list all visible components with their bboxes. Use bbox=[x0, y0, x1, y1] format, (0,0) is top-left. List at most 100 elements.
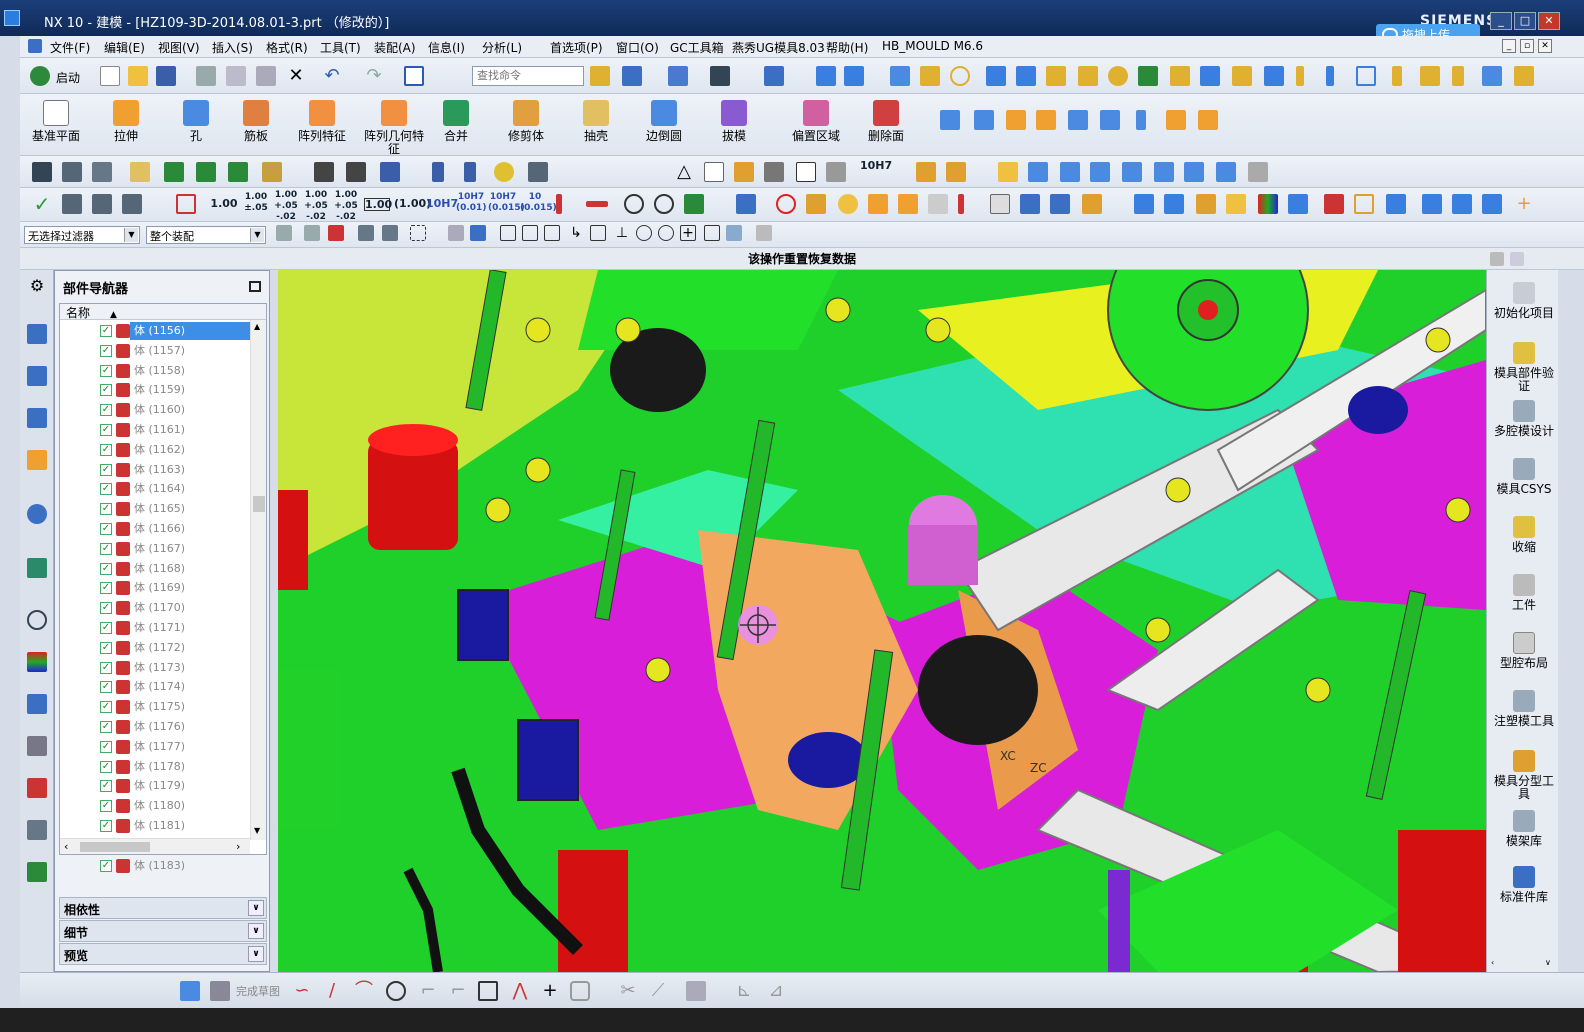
dependencies-panel[interactable]: 相依性 ∨ bbox=[59, 897, 267, 919]
mould-icon-15[interactable] bbox=[1420, 66, 1440, 86]
tolerance-7[interactable]: (1.00) bbox=[394, 198, 431, 209]
tree-row-body[interactable]: ✓ 体 (1174) bbox=[60, 677, 250, 697]
layer-icon[interactable] bbox=[62, 162, 82, 182]
graphics-window[interactable]: XC ZC bbox=[278, 270, 1486, 972]
details-panel[interactable]: 细节 ∨ bbox=[59, 920, 267, 942]
gear-icon[interactable]: ⚙ bbox=[27, 276, 47, 296]
annotation-icon-17[interactable] bbox=[1288, 194, 1308, 214]
mould-icon-6[interactable] bbox=[1138, 66, 1158, 86]
doc-restore-button[interactable]: ▫ bbox=[1520, 39, 1534, 53]
menu-view[interactable]: 视图(V) bbox=[158, 39, 200, 56]
diameter-icon-2[interactable] bbox=[654, 194, 674, 214]
sketch-task-icon[interactable] bbox=[180, 981, 200, 1001]
snap-curve-icon[interactable]: ↳ bbox=[568, 225, 584, 241]
mould-tool-3[interactable] bbox=[1028, 162, 1048, 182]
tree-row-body[interactable]: ✓ 体 (1172) bbox=[60, 638, 250, 658]
filter-icon-1[interactable] bbox=[276, 225, 292, 241]
mould-icon-12[interactable] bbox=[1326, 66, 1334, 86]
assembly-navigator-icon[interactable] bbox=[27, 324, 47, 344]
annotation-icon-2[interactable] bbox=[92, 194, 112, 214]
constraint-icon[interactable]: ⊾ bbox=[734, 981, 754, 1001]
snap-intersect-icon[interactable] bbox=[590, 225, 606, 241]
menu-analysis[interactable]: 分析(L) bbox=[482, 39, 522, 56]
visibility-checkbox[interactable]: ✓ bbox=[100, 384, 112, 397]
fit-tolerance-label[interactable]: 10H7 bbox=[860, 160, 892, 171]
cube-icon-2[interactable] bbox=[898, 194, 918, 214]
rectangle-icon[interactable] bbox=[478, 981, 498, 1001]
y-icon[interactable] bbox=[920, 66, 940, 86]
tree-row-body[interactable]: ✓ 体 (1165) bbox=[60, 499, 250, 519]
mould-tool-5[interactable] bbox=[1090, 162, 1110, 182]
circle-sketch-icon[interactable] bbox=[386, 981, 406, 1001]
scroll-left-icon[interactable]: ‹ bbox=[64, 840, 68, 853]
sync-icon-8[interactable] bbox=[1166, 110, 1186, 130]
drafting-icon-1[interactable] bbox=[734, 162, 754, 182]
tree-row-body[interactable]: ✓ 体 (1177) bbox=[60, 737, 250, 757]
tolerance-2[interactable]: 1.00 ±.05 bbox=[242, 192, 270, 214]
plus-icon[interactable]: + bbox=[1514, 194, 1534, 214]
start-icon[interactable] bbox=[30, 66, 50, 86]
tool-icon-11[interactable] bbox=[528, 162, 548, 182]
menu-hb-mould[interactable]: HB_MOULD M6.6 bbox=[882, 39, 983, 53]
pattern-feature-button[interactable]: 阵列特征 bbox=[290, 98, 354, 160]
menu-gc-toolkit[interactable]: GC工具箱 bbox=[670, 39, 724, 56]
snap-icon[interactable] bbox=[668, 66, 688, 86]
cube-icon-1[interactable] bbox=[868, 194, 888, 214]
tolerance-5[interactable]: 1.00 +.05 -.02 bbox=[332, 190, 360, 223]
command-search-input[interactable] bbox=[472, 66, 584, 86]
make-corner-icon[interactable] bbox=[686, 981, 706, 1001]
snap-line-icon[interactable] bbox=[522, 225, 538, 241]
mold-csys-button[interactable]: 模具CSYS bbox=[1491, 458, 1557, 496]
doc-minimize-button[interactable]: _ bbox=[1502, 39, 1516, 53]
pattern-geometry-button[interactable]: 阵列几何特征 bbox=[362, 98, 426, 160]
manufacturing-wizard-icon[interactable] bbox=[27, 736, 47, 756]
menu-assembly[interactable]: 装配(A) bbox=[374, 39, 416, 56]
shell-button[interactable]: 抽壳 bbox=[564, 98, 628, 160]
column-header-name[interactable]: 名称 ▲ bbox=[60, 304, 266, 320]
mould-icon-16[interactable] bbox=[1452, 66, 1464, 86]
mould-icon-7[interactable] bbox=[1170, 66, 1190, 86]
annotation-icon-19[interactable] bbox=[1354, 194, 1374, 214]
trim-body-button[interactable]: 修剪体 bbox=[494, 98, 558, 160]
part-icon[interactable] bbox=[28, 39, 42, 53]
menu-yanxiu-mould[interactable]: 燕秀UG模具8.03 bbox=[732, 39, 825, 56]
mould-icon-14[interactable] bbox=[1392, 66, 1402, 86]
tree-row-body[interactable]: ✓ 体 (1183) bbox=[60, 856, 250, 876]
maximize-button[interactable]: □ bbox=[1514, 12, 1536, 30]
tree-row-body[interactable]: ✓ 体 (1167) bbox=[60, 539, 250, 559]
nx-app-icon[interactable] bbox=[4, 10, 20, 26]
tree-row-body[interactable]: ✓ 体 (1170) bbox=[60, 598, 250, 618]
sync-icon-6[interactable] bbox=[1100, 110, 1120, 130]
palette-scroll-left-icon[interactable]: ‹ bbox=[1491, 958, 1494, 967]
annotation-icon-16[interactable] bbox=[1226, 194, 1246, 214]
tolerance-4[interactable]: 1.00 +.05 -.02 bbox=[302, 190, 330, 223]
annotation-icon-5[interactable] bbox=[556, 194, 562, 214]
annotation-icon-12[interactable] bbox=[1082, 194, 1102, 214]
snap-endpoint-icon[interactable] bbox=[500, 225, 516, 241]
snap-grid-icon[interactable] bbox=[756, 225, 772, 241]
visibility-checkbox[interactable]: ✓ bbox=[100, 780, 112, 793]
grid-icon-2[interactable] bbox=[844, 66, 864, 86]
tool-icon-3[interactable] bbox=[130, 162, 150, 182]
sync-icon-7[interactable] bbox=[1136, 110, 1146, 130]
undo-icon[interactable]: ↶ bbox=[322, 66, 342, 86]
redo-icon[interactable]: ↷ bbox=[364, 66, 384, 86]
paste-icon[interactable] bbox=[256, 66, 276, 86]
palette-scroll-down-icon[interactable]: ∨ bbox=[1545, 958, 1551, 967]
tool-icon-9[interactable] bbox=[464, 162, 476, 182]
annotation-icon-13[interactable] bbox=[1134, 194, 1154, 214]
circle-icon[interactable] bbox=[950, 66, 970, 86]
annotation-icon-8[interactable] bbox=[736, 194, 756, 214]
visibility-checkbox[interactable]: ✓ bbox=[100, 582, 112, 595]
move-icon[interactable] bbox=[764, 66, 784, 86]
tool-icon-4[interactable] bbox=[164, 162, 184, 182]
delete-icon[interactable]: ✕ bbox=[286, 66, 306, 86]
mould-tool-8[interactable] bbox=[1184, 162, 1204, 182]
draft-button[interactable]: 拔模 bbox=[702, 98, 766, 160]
drafting-icon-3[interactable] bbox=[826, 162, 846, 182]
check-icon[interactable]: ✓ bbox=[32, 194, 52, 214]
open-icon-2[interactable] bbox=[998, 162, 1018, 182]
annotation-icon-7[interactable] bbox=[684, 194, 704, 214]
tool-icon-5[interactable] bbox=[196, 162, 216, 182]
drafting-icon-2[interactable] bbox=[764, 162, 784, 182]
